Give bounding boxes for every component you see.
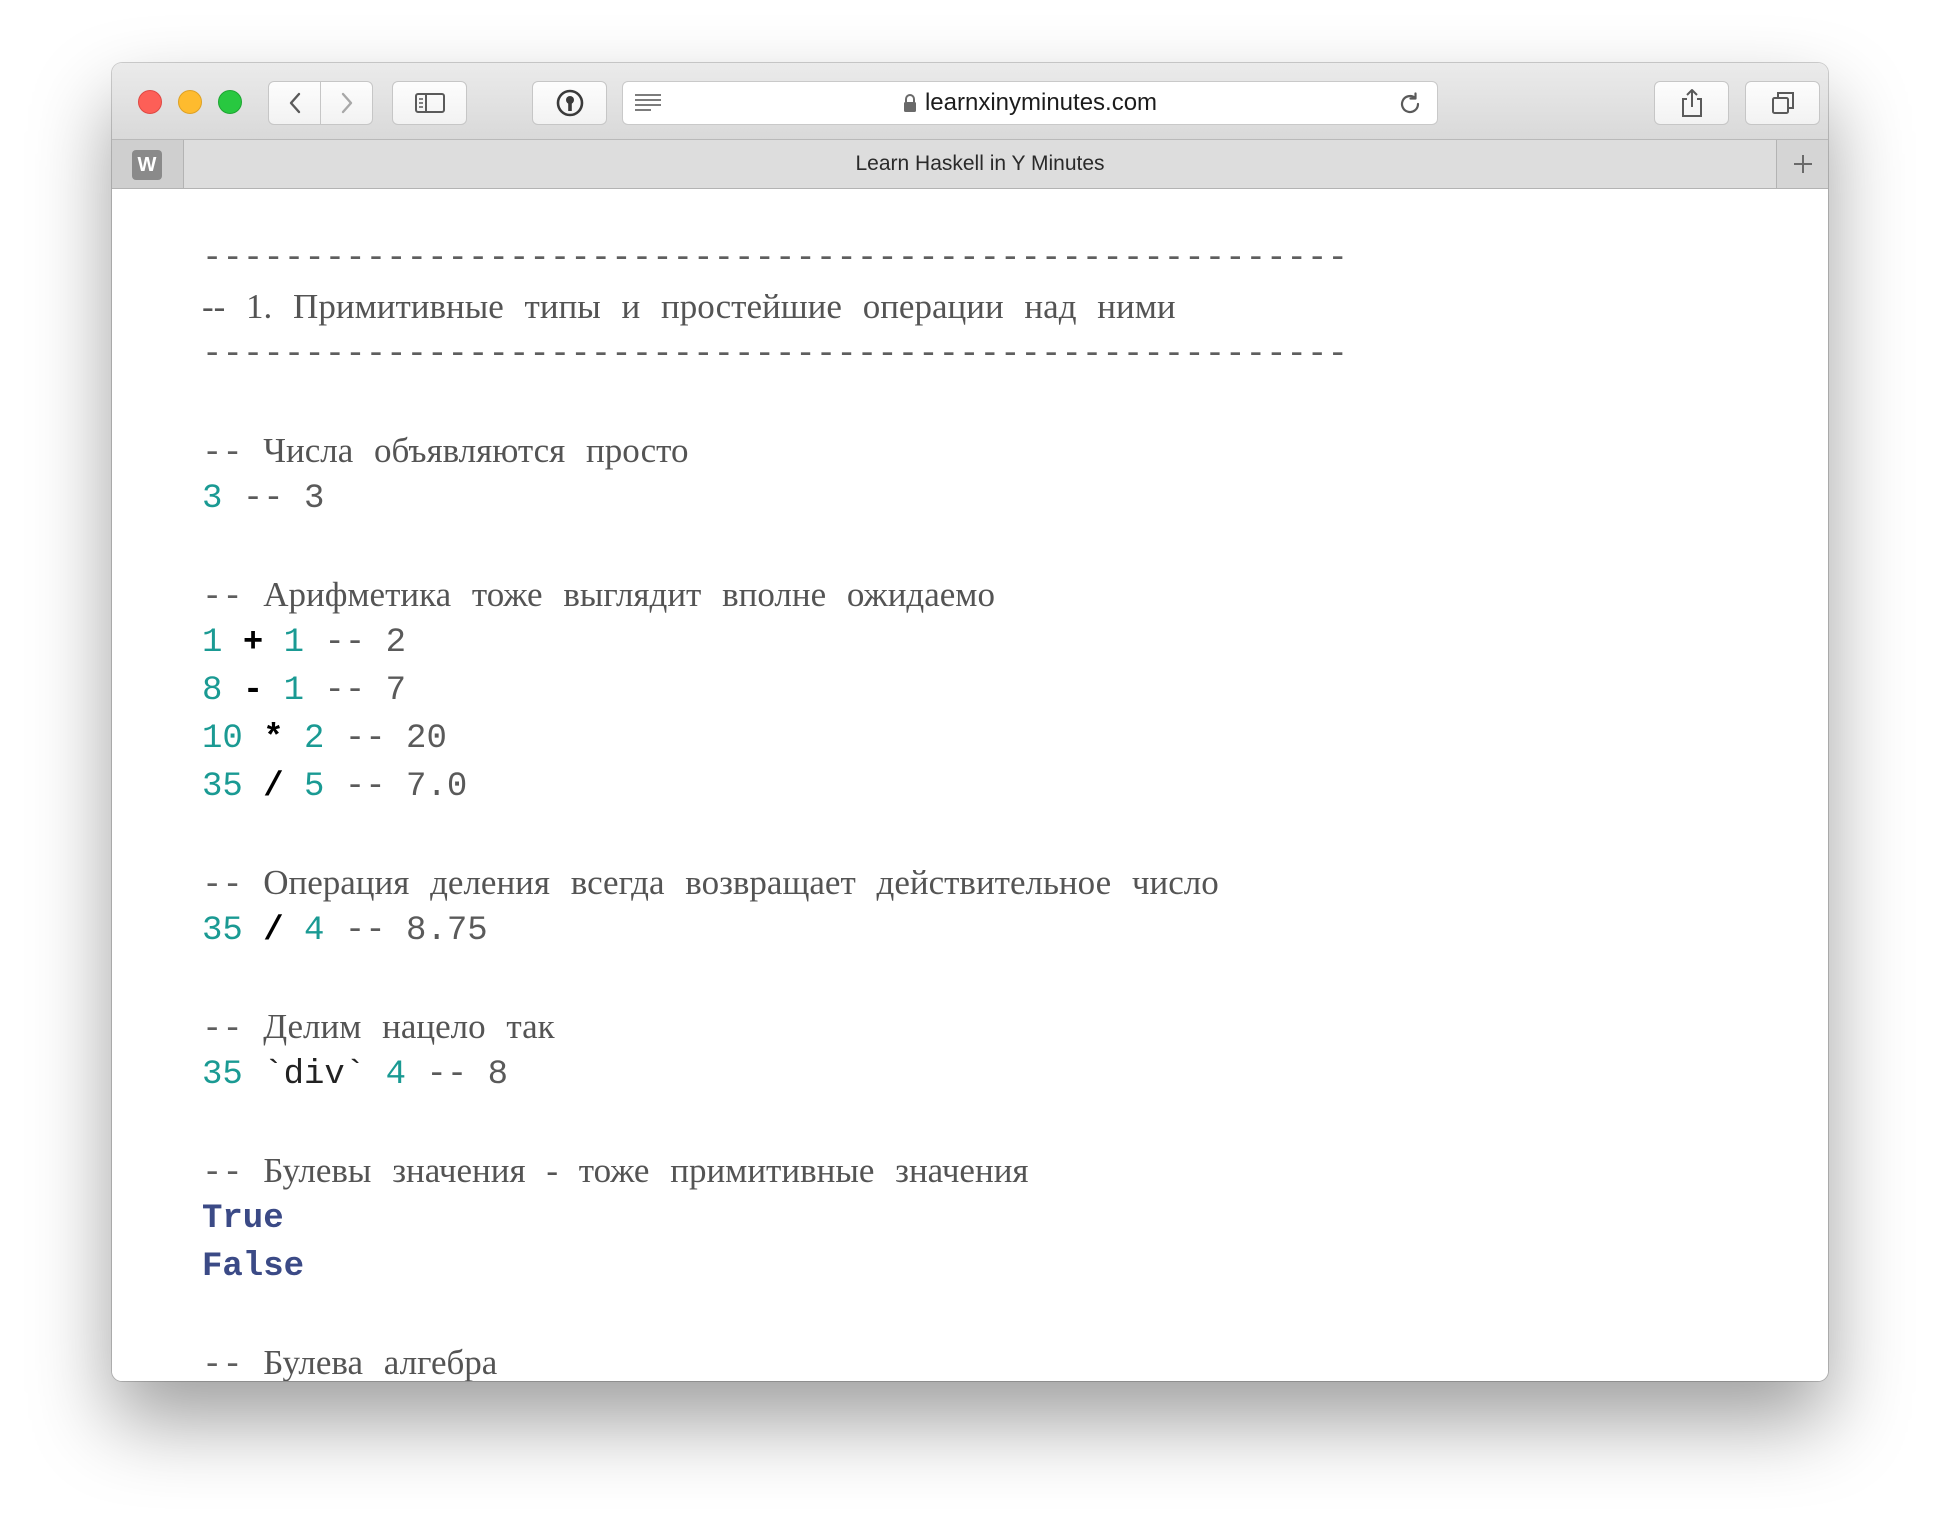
number-literal: 2 [304, 720, 325, 758]
number-literal: 4 [385, 1056, 407, 1094]
browser-toolbar: learnxinyminutes.com [112, 63, 1828, 140]
bool-true-literal: True [202, 1200, 284, 1238]
result-comment: -- 3 [242, 480, 325, 518]
comment-text: Числа объявляются просто [263, 431, 689, 470]
code-line: 1 + 1 -- 2 [202, 619, 1348, 667]
browser-window: learnxinyminutes.com W Learn Haskell in … [112, 63, 1828, 1381]
comment-prefix: -- [202, 1347, 264, 1381]
result-comment: -- 8.75 [344, 912, 488, 950]
code-line: True [202, 1195, 1348, 1243]
zoom-window-button[interactable] [218, 90, 242, 114]
comment-line: -- Делим нацело так [202, 1003, 1348, 1051]
comment-prefix: -- [202, 435, 264, 473]
number-literal: 4 [304, 912, 325, 950]
code-line: 35 `div` 4 -- 8 [202, 1051, 1348, 1099]
code-block: ----------------------------------------… [202, 235, 1348, 1381]
operator: + [242, 624, 264, 662]
wikipedia-favicon-icon: W [132, 150, 162, 180]
comment-text: Делим нацело так [263, 1007, 555, 1046]
bool-false-literal: False [202, 1248, 305, 1286]
result-comment: -- 7.0 [344, 768, 468, 806]
code-line: False [202, 1243, 1348, 1291]
tab-title: Learn Haskell in Y Minutes [855, 152, 1105, 175]
number-literal: 1 [283, 624, 305, 662]
tab-overview-button[interactable] [1745, 81, 1820, 125]
url-text: learnxinyminutes.com [924, 89, 1158, 116]
comment-prefix: -- [202, 1155, 264, 1193]
result-comment: -- 2 [324, 624, 407, 662]
pinned-tab[interactable]: W [112, 140, 184, 188]
url-display[interactable]: learnxinyminutes.com [623, 82, 1437, 124]
number-literal: 10 [202, 720, 243, 758]
chevron-right-icon [341, 92, 352, 114]
code-line: 35 / 4 -- 8.75 [202, 907, 1348, 955]
code-line: 35 / 5 -- 7.0 [202, 763, 1348, 811]
operator: / [263, 912, 284, 950]
operator: * [263, 720, 284, 758]
key-icon [556, 89, 583, 117]
comment-prefix: -- [202, 867, 264, 905]
section-title-line: -- 1. Примитивные типы и простейшие опер… [202, 283, 1348, 331]
number-literal: 35 [202, 912, 243, 950]
number-literal: 8 [202, 672, 223, 710]
new-tab-button[interactable] [1776, 140, 1828, 188]
comment-rule: ----------------------------------------… [202, 336, 1348, 374]
comment-line: -- Булева алгебра [202, 1339, 1348, 1381]
comment-line: -- Операция деления всегда возвращает де… [202, 859, 1348, 907]
code-line: 3 -- 3 [202, 475, 1348, 523]
code-line: 10 * 2 -- 20 [202, 715, 1348, 763]
comment-rule: ----------------------------------------… [202, 240, 1348, 278]
sidebar-toggle-button[interactable] [392, 81, 467, 125]
number-literal: 35 [202, 1056, 243, 1094]
sidebar-icon [414, 93, 445, 113]
result-comment: -- 8 [426, 1056, 509, 1094]
result-comment: -- 7 [324, 672, 407, 710]
tab-bar: W Learn Haskell in Y Minutes [112, 140, 1828, 189]
password-manager-button[interactable] [532, 81, 607, 125]
active-tab[interactable]: Learn Haskell in Y Minutes [184, 140, 1776, 188]
code-line: 8 - 1 -- 7 [202, 667, 1348, 715]
minimize-window-button[interactable] [178, 90, 202, 114]
share-button[interactable] [1654, 81, 1729, 125]
close-window-button[interactable] [138, 90, 162, 114]
number-literal: 1 [202, 624, 223, 662]
number-literal: 1 [283, 672, 305, 710]
infix-function: `div` [263, 1056, 366, 1094]
comment-text: Булева алгебра [263, 1343, 498, 1381]
page-content: ----------------------------------------… [112, 189, 1828, 1381]
comment-prefix: -- [202, 1011, 264, 1049]
comment-line: -- Арифметика тоже выглядит вполне ожида… [202, 571, 1348, 619]
share-icon [1681, 89, 1702, 117]
number-literal: 3 [202, 480, 223, 518]
comment-text: Операция деления всегда возвращает дейст… [263, 863, 1219, 902]
number-literal: 35 [202, 768, 243, 806]
address-bar[interactable]: learnxinyminutes.com [622, 81, 1438, 125]
comment-text: Арифметика тоже выглядит вполне ожидаемо [263, 575, 995, 614]
comment-line: -- Числа объявляются просто [202, 427, 1348, 475]
section-title: -- 1. Примитивные типы и простейшие опер… [202, 287, 1176, 326]
result-comment: -- 20 [344, 720, 447, 758]
plus-icon [1793, 155, 1812, 173]
number-literal: 5 [304, 768, 325, 806]
reload-icon[interactable] [1397, 91, 1423, 117]
operator: - [242, 672, 264, 710]
tabs-overview-icon [1771, 92, 1794, 114]
back-button[interactable] [268, 81, 321, 125]
comment-text: Булевы значения - тоже примитивные значе… [263, 1151, 1029, 1190]
comment-line: -- Булевы значения - тоже примитивные зн… [202, 1147, 1348, 1195]
operator: / [263, 768, 284, 806]
chevron-left-icon [289, 92, 300, 114]
lock-icon [903, 94, 916, 112]
forward-button[interactable] [320, 81, 373, 125]
comment-prefix: -- [202, 579, 264, 617]
